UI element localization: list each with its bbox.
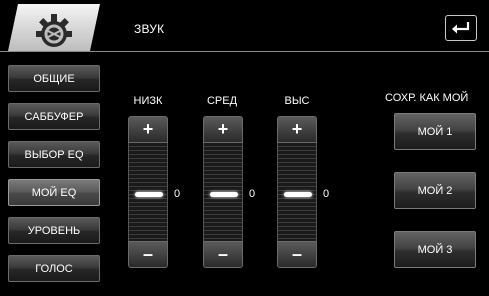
save-button-label: МОЙ 2 xyxy=(417,184,453,197)
sidebar-item-label: МОЙ EQ xyxy=(31,186,77,199)
eq-slider-low: + 0 – xyxy=(128,116,180,268)
save-my1-button[interactable]: МОЙ 1 xyxy=(394,113,476,150)
increase-low-button[interactable]: + xyxy=(128,116,168,143)
back-button[interactable] xyxy=(445,15,477,41)
save-my3-button[interactable]: МОЙ 3 xyxy=(394,231,476,268)
sidebar-item-my-eq[interactable]: МОЙ EQ xyxy=(8,179,100,206)
page-title: ЗВУК xyxy=(134,22,165,36)
decrease-high-button[interactable]: – xyxy=(277,241,317,268)
return-arrow-icon xyxy=(452,22,470,34)
sidebar-item-general[interactable]: ОБЩИЕ xyxy=(8,65,100,92)
increase-high-button[interactable]: + xyxy=(277,116,317,143)
header-divider xyxy=(0,51,489,52)
increase-mid-button[interactable]: + xyxy=(203,116,243,143)
sidebar-item-level[interactable]: УРОВЕНЬ xyxy=(8,217,100,244)
sidebar-item-label: САББУФЕР xyxy=(24,110,84,123)
gear-icon xyxy=(36,14,72,47)
sidebar-item-subwoofer[interactable]: САББУФЕР xyxy=(8,103,100,130)
save-button-label: МОЙ 3 xyxy=(417,243,453,256)
slider-track[interactable] xyxy=(203,143,243,241)
sound-settings-logo xyxy=(8,4,100,51)
save-my2-button[interactable]: МОЙ 2 xyxy=(394,172,476,209)
sidebar-item-label: УРОВЕНЬ xyxy=(27,224,81,237)
header: ЗВУК xyxy=(0,0,489,52)
sidebar-item-label: ГОЛОС xyxy=(35,262,73,275)
band-label-low: НИЗК xyxy=(133,95,163,107)
sidebar-item-eq-select[interactable]: ВЫБОР EQ xyxy=(8,141,100,168)
slider-knob[interactable] xyxy=(284,192,312,197)
slider-knob[interactable] xyxy=(135,192,163,197)
sidebar-item-voice[interactable]: ГОЛОС xyxy=(8,255,100,282)
eq-slider-high: + 0 – xyxy=(277,116,329,268)
eq-slider-mid: + 0 – xyxy=(203,116,255,268)
sidebar-item-label: ВЫБОР EQ xyxy=(24,148,84,161)
sidebar-item-label: ОБЩИЕ xyxy=(33,72,75,85)
decrease-low-button[interactable]: – xyxy=(128,241,168,268)
slider-track[interactable] xyxy=(277,143,317,241)
level-value: 0 xyxy=(174,188,181,200)
slider-knob[interactable] xyxy=(210,192,238,197)
slider-track[interactable] xyxy=(128,143,168,241)
save-as-label: СОХР. КАК МОЙ xyxy=(385,92,469,104)
level-value: 0 xyxy=(323,188,330,200)
band-label-mid: СРЕД xyxy=(206,95,238,107)
level-value: 0 xyxy=(249,188,256,200)
save-button-label: МОЙ 1 xyxy=(417,125,453,138)
band-label-high: ВЫС xyxy=(284,95,310,107)
decrease-mid-button[interactable]: – xyxy=(203,241,243,268)
